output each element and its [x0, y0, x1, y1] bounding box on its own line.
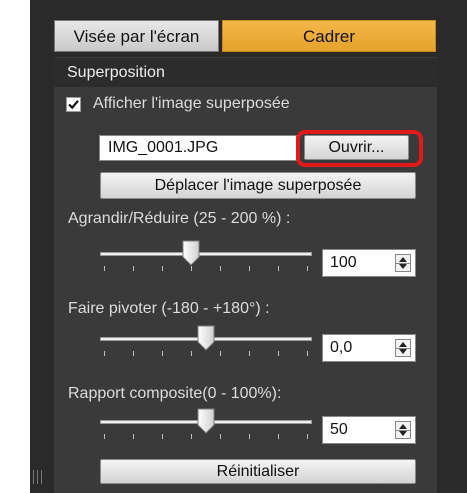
slider-tick	[104, 266, 105, 271]
slider-tick	[220, 351, 221, 356]
rotate-slider-label: Faire pivoter (-180 - +180°) :	[68, 300, 270, 317]
reset-button[interactable]: Réinitialiser	[100, 459, 416, 484]
slider-tick	[133, 351, 134, 356]
zoom-stepper-icon[interactable]	[395, 254, 411, 272]
zoom-slider-thumb[interactable]	[182, 240, 200, 266]
blend-slider-ticks	[100, 434, 312, 440]
slider-tick	[133, 266, 134, 271]
rotate-slider-thumb[interactable]	[197, 325, 215, 351]
move-overlay-button[interactable]: Déplacer l'image superposée	[100, 172, 416, 199]
tab-framing[interactable]: Cadrer	[222, 20, 436, 52]
slider-tick	[307, 266, 308, 271]
slider-tick	[104, 351, 105, 356]
zoom-spinbox[interactable]: 100	[322, 249, 416, 277]
blend-slider-thumb[interactable]	[197, 408, 215, 434]
resize-grip-line	[41, 470, 42, 484]
zoom-slider-track[interactable]	[100, 252, 312, 256]
slider-tick	[191, 266, 192, 271]
overlay-filename-field[interactable]: IMG_0001.JPG	[99, 135, 297, 161]
zoom-slider-ticks	[100, 266, 312, 272]
slider-tick	[162, 351, 163, 356]
slider-tick	[133, 434, 134, 439]
rotate-stepper-icon[interactable]	[395, 339, 411, 357]
blend-stepper-icon[interactable]	[395, 421, 411, 439]
slider-tick	[278, 434, 279, 439]
highlight-annotation	[296, 130, 423, 167]
resize-grip-line	[37, 470, 38, 484]
show-overlay-checkbox[interactable]	[66, 97, 81, 112]
checkmark-icon	[68, 100, 79, 110]
slider-tick	[278, 351, 279, 356]
slider-tick	[249, 434, 250, 439]
blend-spinbox[interactable]: 50	[322, 416, 416, 444]
resize-grip[interactable]	[33, 470, 34, 484]
slider-tick	[104, 434, 105, 439]
slider-tick	[162, 266, 163, 271]
slider-tick	[307, 351, 308, 356]
tab-live-view[interactable]: Visée par l'écran	[54, 20, 219, 52]
slider-tick	[220, 266, 221, 271]
slider-tick	[307, 434, 308, 439]
slider-tick	[220, 434, 221, 439]
slider-tick	[162, 434, 163, 439]
slider-tick	[191, 434, 192, 439]
rotate-slider-ticks	[100, 351, 312, 357]
rotate-spinbox[interactable]: 0,0	[322, 334, 416, 362]
section-title: Superposition	[54, 58, 437, 87]
zoom-slider-label: Agrandir/Réduire (25 - 200 %) :	[68, 210, 291, 227]
slider-tick	[191, 351, 192, 356]
slider-tick	[249, 351, 250, 356]
zoom-value: 100	[330, 254, 357, 271]
blend-slider-label: Rapport composite(0 - 100%):	[68, 385, 282, 402]
slider-tick	[249, 266, 250, 271]
slider-tick	[278, 266, 279, 271]
rotate-value: 0,0	[330, 339, 353, 356]
show-overlay-label: Afficher l'image superposée	[93, 95, 290, 112]
blend-value: 50	[330, 421, 348, 438]
